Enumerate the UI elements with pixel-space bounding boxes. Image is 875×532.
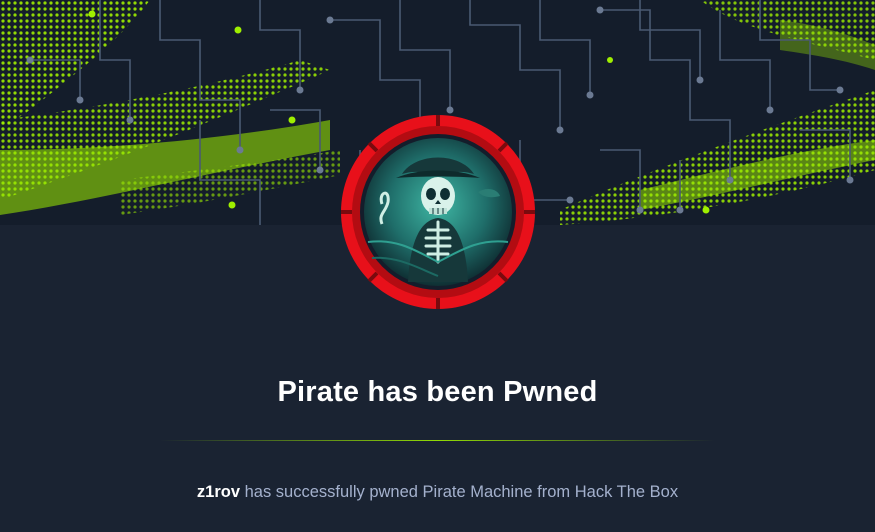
machine-avatar [338, 112, 538, 312]
pwned-card: Pirate has been Pwned z1rov has successf… [0, 0, 875, 532]
username[interactable]: z1rov [197, 483, 240, 501]
pirate-skeleton-icon [341, 115, 535, 309]
pwn-message-text: has successfully pwned Pirate Machine fr… [240, 483, 679, 501]
pwn-message: z1rov has successfully pwned Pirate Mach… [0, 483, 875, 502]
green-divider [160, 440, 715, 441]
page-title: Pirate has been Pwned [277, 376, 598, 408]
